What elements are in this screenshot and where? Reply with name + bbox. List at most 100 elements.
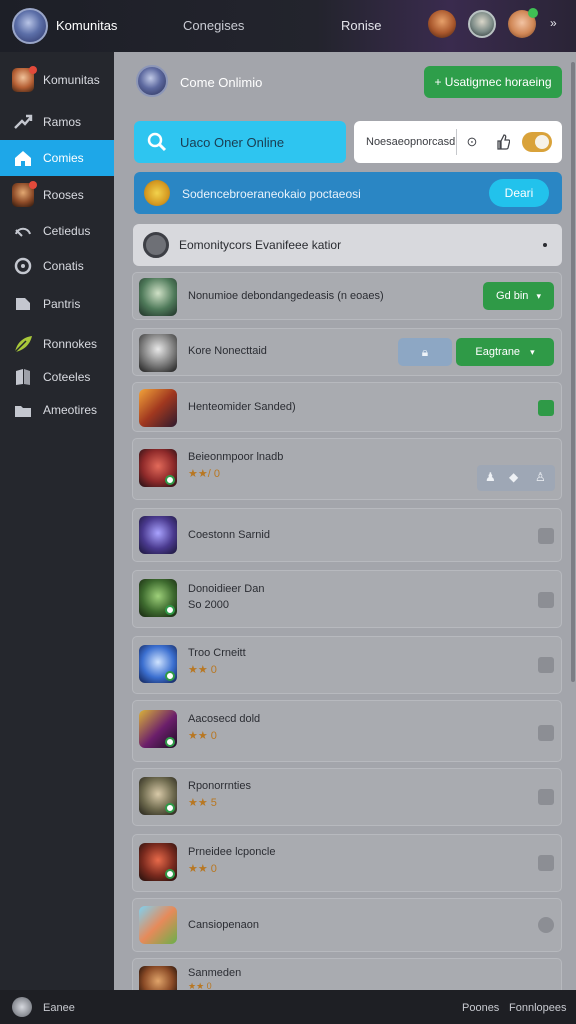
rating-stars: ★★/ 0	[188, 468, 220, 480]
list-item[interactable]: Troo Crneitt ★★ 0	[132, 636, 562, 694]
game-thumbnail	[139, 516, 177, 554]
trophy-icon	[144, 180, 170, 206]
friend-avatar[interactable]	[468, 10, 496, 38]
list-item[interactable]: Kore Nonecttaid 🔒︎ Eagtrane ▾	[132, 328, 562, 376]
list-item[interactable]: Henteomider Sanded)	[132, 382, 562, 432]
list-item-title: Beieonmpoor lnadb	[188, 451, 284, 463]
sidebar-item-label: Comies	[43, 151, 84, 165]
status-checkbox[interactable]	[538, 657, 554, 673]
status-checkbox[interactable]	[538, 528, 554, 544]
banner-text: Sodencebroeraneokaio poctaeosi	[182, 187, 361, 201]
game-thumbnail	[139, 389, 177, 427]
friend-avatar[interactable]	[428, 10, 456, 38]
notification-banner: Sodencebroeraneokaio poctaeosi Deari	[134, 172, 562, 214]
app-title: Komunitas	[56, 18, 118, 33]
online-badge	[165, 869, 175, 879]
lock-buttons[interactable]: 🔒︎	[398, 338, 452, 366]
trend-arrow-icon	[12, 111, 34, 133]
clock-icon[interactable]: ⊙	[463, 133, 481, 151]
thumbs-up-icon[interactable]	[494, 133, 512, 151]
list-item-title: Aacosecd dold	[188, 713, 261, 725]
community-icon	[143, 232, 169, 258]
online-badge	[165, 671, 175, 681]
sidebar-item-label: Ameotires	[43, 403, 98, 417]
list-item-title: Henteomider Sanded)	[188, 401, 296, 413]
join-button[interactable]: Gd bin ▾	[483, 282, 554, 310]
sidebar-item-ramos[interactable]: Ramos	[0, 104, 114, 140]
rating-stars: ★★ 0	[188, 863, 217, 875]
profile-avatar[interactable]	[12, 8, 48, 44]
sidebar-item-label: Ronnokes	[43, 337, 98, 351]
play-button[interactable]: Eagtrane ▾	[456, 338, 554, 366]
section-header[interactable]: Eomonitycors Evanifeee katior	[133, 224, 562, 266]
top-bar: Komunitas Conegises Ronise »	[0, 0, 576, 52]
topbar-link-right[interactable]: Ronise	[341, 18, 381, 33]
list-item[interactable]: Aacosecd dold ★★ 0	[132, 700, 562, 762]
sidebar-item-ameotires[interactable]: Ameotires	[0, 392, 114, 428]
toggle-switch[interactable]	[522, 132, 552, 152]
search-input-value: Uaco Oner Online	[180, 135, 285, 150]
person-icon[interactable]: ♟	[485, 470, 496, 484]
sidebar-item-label: Coteeles	[43, 370, 91, 384]
sidebar-item-label: Cetiedus	[43, 224, 91, 238]
sidebar-item-pantris[interactable]: Pantris	[0, 286, 114, 322]
banner-button[interactable]: Deari	[489, 179, 549, 207]
list-item[interactable]: Coestonn Sarnid	[132, 508, 562, 562]
gem-icon[interactable]: ◆	[509, 470, 518, 484]
sidebar-item-label: Ramos	[43, 115, 82, 129]
sidebar-item-komunitas[interactable]: Komunitas	[0, 62, 114, 98]
status-checkbox[interactable]	[538, 855, 554, 871]
controller-icon	[12, 220, 34, 242]
game-thumbnail	[139, 966, 177, 991]
play-button-label: Eagtrane	[475, 346, 521, 358]
list-item[interactable]: Sanmeden ★★ 0	[132, 958, 562, 991]
bottom-link-2[interactable]: Fonnlopees	[509, 1002, 567, 1014]
list-item-title: Coestonn Sarnid	[188, 529, 270, 541]
game-thumbnail	[139, 278, 177, 316]
status-checkbox[interactable]	[538, 725, 554, 741]
user-avatar-icon[interactable]	[12, 997, 32, 1017]
chevron-down-icon: ▾	[530, 346, 535, 357]
online-badge	[165, 475, 175, 485]
status-radio[interactable]	[538, 917, 554, 933]
list-item[interactable]: Donoidieer Dan So 2000	[132, 570, 562, 628]
status-checkbox[interactable]	[538, 789, 554, 805]
online-badge	[165, 605, 175, 615]
sidebar-item-conatis[interactable]: Conatis	[0, 248, 114, 284]
scrollbar[interactable]	[571, 62, 575, 682]
more-options-icon[interactable]	[543, 243, 547, 247]
topbar-link-middle[interactable]: Conegises	[183, 18, 244, 33]
game-avatar	[136, 65, 168, 97]
more-chevron-icon[interactable]: »	[550, 16, 557, 30]
list-item-title: Kore Nonecttaid	[188, 345, 267, 357]
bottom-link-1[interactable]: Poones	[462, 1002, 499, 1014]
rating-stars: ★★ 0	[188, 730, 217, 742]
list-item[interactable]: Cansiopenaon	[132, 898, 562, 952]
list-item[interactable]: Beieonmpoor lnadb ★★/ 0 ♟ ◆ ♙	[132, 438, 562, 500]
person-up-icon[interactable]: ♙	[535, 470, 546, 484]
sidebar-item-ronnokes[interactable]: Ronnokes	[0, 326, 114, 362]
sidebar-item-label: Komunitas	[43, 73, 100, 87]
list-item-title: Nonumioe debondangedeasis (n eoaes)	[188, 290, 384, 302]
list-item[interactable]: Prneidee lcponcle ★★ 0	[132, 834, 562, 892]
list-item-title: Troo Crneitt	[188, 647, 246, 659]
list-item-title: Cansiopenaon	[188, 919, 259, 931]
sidebar-item-cetiedus[interactable]: Cetiedus	[0, 213, 114, 249]
rating-stars: ★★ 5	[188, 797, 217, 809]
folder-icon	[12, 399, 34, 421]
sidebar-item-rooses[interactable]: Rooses	[0, 177, 114, 213]
status-checkbox[interactable]	[538, 400, 554, 416]
sidebar-item-coteeles[interactable]: Coteeles	[0, 359, 114, 395]
search-input[interactable]: Uaco Oner Online	[134, 121, 346, 163]
list-item[interactable]: Rponorrnties ★★ 5	[132, 768, 562, 826]
status-checkbox[interactable]	[538, 592, 554, 608]
rating-stars: ★★ 0	[188, 664, 217, 676]
bottom-bar: Eanee Poones Fonnlopees	[0, 990, 576, 1024]
add-game-button[interactable]: + Usatigmec horaeing	[424, 66, 562, 98]
sidebar-item-label: Pantris	[43, 297, 81, 311]
chevron-down-icon: ▾	[536, 290, 541, 301]
sidebar-item-label: Conatis	[43, 259, 84, 273]
sidebar-item-comies[interactable]: Comies	[0, 140, 114, 176]
list-item[interactable]: Nonumioe debondangedeasis (n eoaes) Gd b…	[132, 272, 562, 320]
action-group[interactable]: ♟ ◆ ♙	[477, 465, 555, 491]
